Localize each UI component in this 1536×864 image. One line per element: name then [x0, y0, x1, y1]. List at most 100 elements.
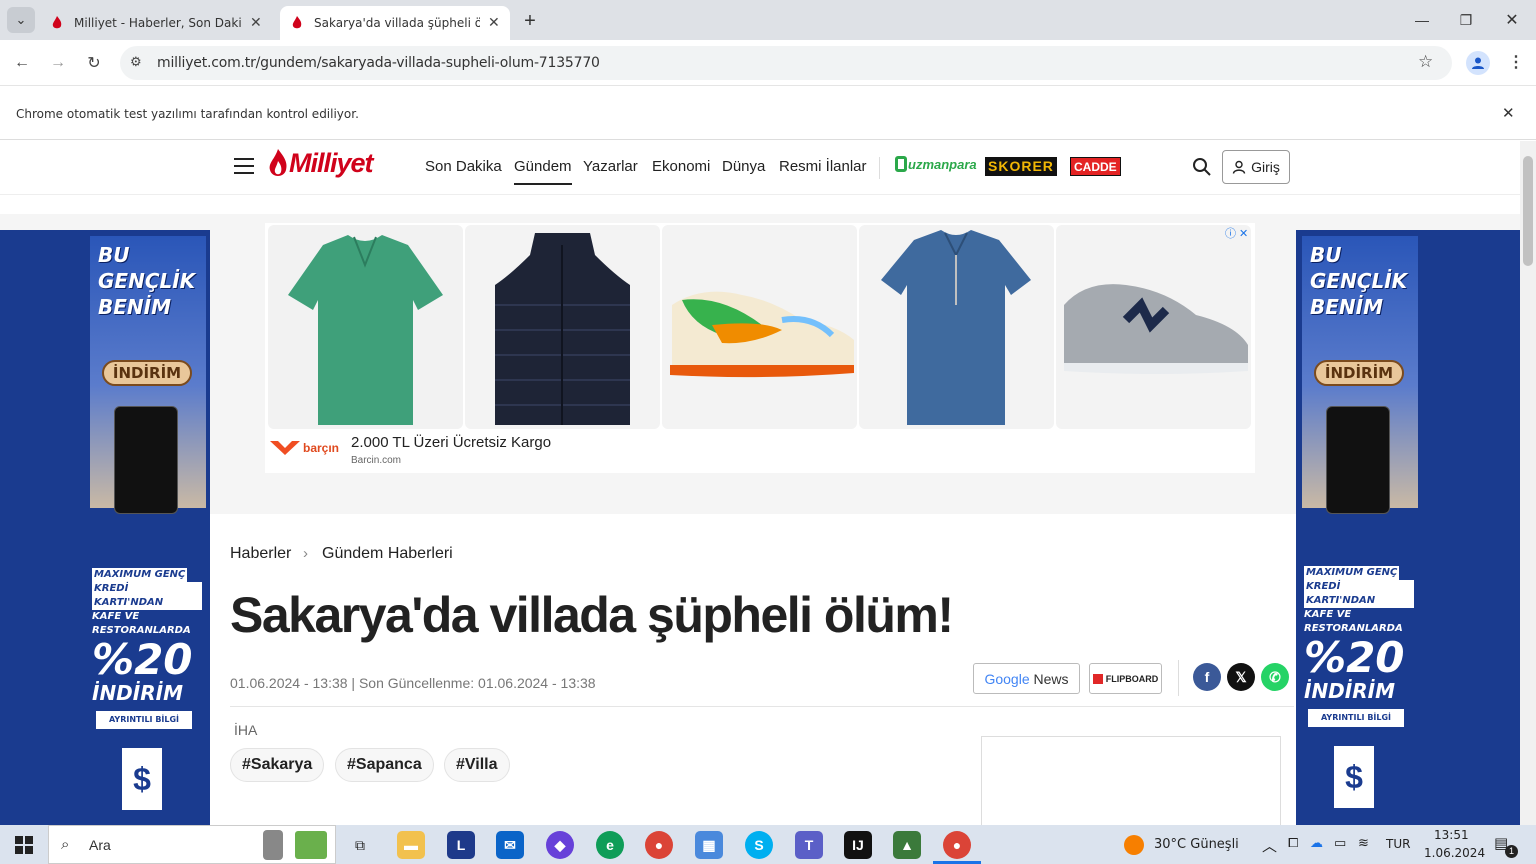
- onedrive-icon[interactable]: ☁: [1310, 836, 1323, 851]
- clock-time[interactable]: 13:51: [1434, 828, 1469, 842]
- hamburger-menu-icon[interactable]: [234, 158, 254, 174]
- new-tab-button[interactable]: +: [516, 8, 544, 34]
- left-side-ad[interactable]: BU GENÇLİK BENİM İNDİRİM MAXIMUM GENÇ KRED…: [0, 230, 210, 825]
- store-icon[interactable]: ▦: [695, 831, 723, 859]
- tray-chevron-icon[interactable]: ︿: [1262, 835, 1277, 856]
- tag-sapanca[interactable]: #Sapanca: [335, 748, 434, 782]
- barcin-logo-icon: [270, 441, 300, 455]
- article-main: Haberler › Gündem Haberleri Sakarya'da v…: [210, 514, 1296, 825]
- language-indicator[interactable]: TUR: [1386, 837, 1410, 851]
- login-button[interactable]: Giriş: [1222, 150, 1290, 184]
- tag-sakarya[interactable]: #Sakarya: [230, 748, 325, 782]
- ad-headline-text[interactable]: 2.000 TL Üzeri Ücretsiz Kargo: [351, 434, 551, 451]
- ad-details-button[interactable]: AYRINTILI BİLGİ: [96, 711, 192, 729]
- restore-icon[interactable]: ❐: [1446, 6, 1486, 34]
- whatsapp-share-icon[interactable]: ✆: [1261, 663, 1289, 691]
- tab-milliyet-home[interactable]: Milliyet - Haberler, Son Dakika Haberler…: [40, 6, 276, 40]
- clock-date[interactable]: 1.06.2024: [1424, 846, 1485, 860]
- article-headline: Sakarya'da villada şüpheli ölüm!: [230, 587, 954, 643]
- nav-yazarlar[interactable]: Yazarlar: [583, 158, 638, 175]
- windows-start-icon[interactable]: [15, 836, 33, 854]
- breadcrumb-chevron-icon: ›: [303, 545, 308, 562]
- ad-offer-text: MAXIMUM GENÇ KREDİ KARTI'NDAN KAFE VE RES…: [92, 568, 202, 704]
- barcin-brand[interactable]: barçın: [270, 439, 339, 457]
- uzmanpara-logo[interactable]: uzmanpara: [895, 156, 977, 172]
- adchoices-icon[interactable]: ⓘ ✕: [1225, 225, 1248, 241]
- ad-headline: BU GENÇLİK BENİM: [1310, 243, 1408, 319]
- ad-details-button[interactable]: AYRINTILI BİLGİ: [1308, 709, 1404, 727]
- ad-discount-badge: İNDİRİM: [1314, 360, 1404, 386]
- facebook-share-icon[interactable]: f: [1193, 663, 1221, 691]
- milliyet-logo[interactable]: Milliyet: [268, 148, 374, 179]
- tab-article[interactable]: Sakarya'da villada şüpheli ölüm! ✕: [280, 6, 510, 40]
- ad-product-sneaker-colorful[interactable]: [662, 225, 857, 429]
- profile-avatar-icon[interactable]: [1466, 51, 1490, 75]
- ad-product-polo-blue[interactable]: [859, 225, 1054, 429]
- minimize-icon[interactable]: —: [1402, 6, 1442, 34]
- close-window-icon[interactable]: ✕: [1492, 6, 1532, 34]
- nav-gundem[interactable]: Gündem: [514, 158, 572, 185]
- cadde-logo[interactable]: CADDE: [1070, 157, 1121, 176]
- google-news-button[interactable]: Google News: [973, 663, 1080, 694]
- tab-search-button[interactable]: ⌄: [7, 7, 35, 33]
- ad-product-sneaker-gray[interactable]: [1056, 225, 1251, 429]
- infobar-text: Chrome otomatik test yazılımı tarafından…: [16, 107, 359, 121]
- weather-text[interactable]: 30°C Güneşli: [1154, 837, 1239, 852]
- close-tab-icon[interactable]: ✕: [488, 15, 500, 31]
- skorer-logo[interactable]: SKORER: [985, 157, 1057, 176]
- breadcrumb-gundem[interactable]: Gündem Haberleri: [322, 545, 453, 563]
- breadcrumb-haberler[interactable]: Haberler: [230, 545, 291, 563]
- page-scrollbar[interactable]: [1520, 141, 1536, 825]
- taskbar-search-box[interactable]: ⌕ Ara: [48, 825, 336, 864]
- address-bar[interactable]: ⚙ milliyet.com.tr/gundem/sakaryada-villa…: [120, 46, 1452, 80]
- product-carousel-ad[interactable]: ⓘ ✕ barçın 2.000 TL Üzeri Ücretsiz Kargo…: [265, 223, 1255, 473]
- chrome-icon[interactable]: ●: [645, 831, 673, 859]
- tray-device-icon[interactable]: ⧠: [1288, 836, 1298, 851]
- ad-product-vest[interactable]: [465, 225, 660, 429]
- divider: [230, 706, 1294, 707]
- ad-domain-text: Barcin.com: [351, 455, 402, 466]
- ad-photo-panel: BU GENÇLİK BENİM İNDİRİM: [90, 236, 206, 514]
- nav-resmi-ilanlar[interactable]: Resmi İlanlar: [779, 158, 867, 175]
- nav-son-dakika[interactable]: Son Dakika: [425, 158, 502, 175]
- sidebar-ad-placeholder: [981, 736, 1281, 825]
- nav-ekonomi[interactable]: Ekonomi: [652, 158, 710, 175]
- teams-icon[interactable]: T: [795, 831, 823, 859]
- flipboard-button[interactable]: FLIPBOARD: [1089, 663, 1162, 694]
- tag-villa[interactable]: #Villa: [444, 748, 510, 782]
- site-info-icon[interactable]: ⚙: [130, 54, 142, 70]
- l-app-icon[interactable]: L: [447, 831, 475, 859]
- milliyet-favicon-icon: [290, 16, 304, 30]
- ad-product-polo-green[interactable]: [268, 225, 463, 429]
- reload-icon[interactable]: ↻: [80, 49, 108, 77]
- back-icon[interactable]: ←: [8, 49, 36, 77]
- skype-icon[interactable]: S: [745, 831, 773, 859]
- article-dateline: 01.06.2024 - 13:38 | Son Güncellenme: 01…: [230, 675, 596, 691]
- copilot-icon[interactable]: ◆: [546, 831, 574, 859]
- ad-headline: BU GENÇLİK BENİM: [98, 243, 196, 319]
- battery-icon[interactable]: ▭: [1334, 836, 1346, 851]
- intellij-icon[interactable]: IJ: [844, 831, 872, 859]
- close-tab-icon[interactable]: ✕: [250, 15, 262, 31]
- x-share-icon[interactable]: 𝕏: [1227, 663, 1255, 691]
- task-view-icon[interactable]: ⧉: [346, 831, 374, 859]
- bookmark-star-icon[interactable]: ☆: [1418, 52, 1433, 72]
- wifi-icon[interactable]: ≋: [1358, 836, 1369, 851]
- forward-icon[interactable]: →: [44, 49, 72, 77]
- image-editor-icon[interactable]: ▲: [893, 831, 921, 859]
- file-explorer-icon[interactable]: ▬: [397, 831, 425, 859]
- edge-icon[interactable]: e: [596, 831, 624, 859]
- isbank-logo-icon: $: [1334, 746, 1374, 808]
- nav-dunya[interactable]: Dünya: [722, 158, 765, 175]
- nav-divider: [879, 157, 880, 179]
- menu-kebab-icon[interactable]: ⋮: [1508, 52, 1524, 72]
- infobar-close-icon[interactable]: ✕: [1502, 104, 1515, 122]
- browser-tab-strip: ⌄ Milliyet - Haberler, Son Dakika Haberl…: [0, 0, 1536, 40]
- right-side-ad[interactable]: BU GENÇLİK BENİM İNDİRİM MAXIMUM GENÇ KRED…: [1296, 230, 1520, 825]
- scrollbar-thumb[interactable]: [1523, 156, 1533, 266]
- search-icon[interactable]: [1192, 157, 1212, 182]
- logo-text: Milliyet: [289, 148, 374, 178]
- automation-infobar: Chrome otomatik test yazılımı tarafından…: [0, 87, 1536, 140]
- weather-sun-icon[interactable]: [1124, 835, 1144, 855]
- mail-icon[interactable]: ✉: [496, 831, 524, 859]
